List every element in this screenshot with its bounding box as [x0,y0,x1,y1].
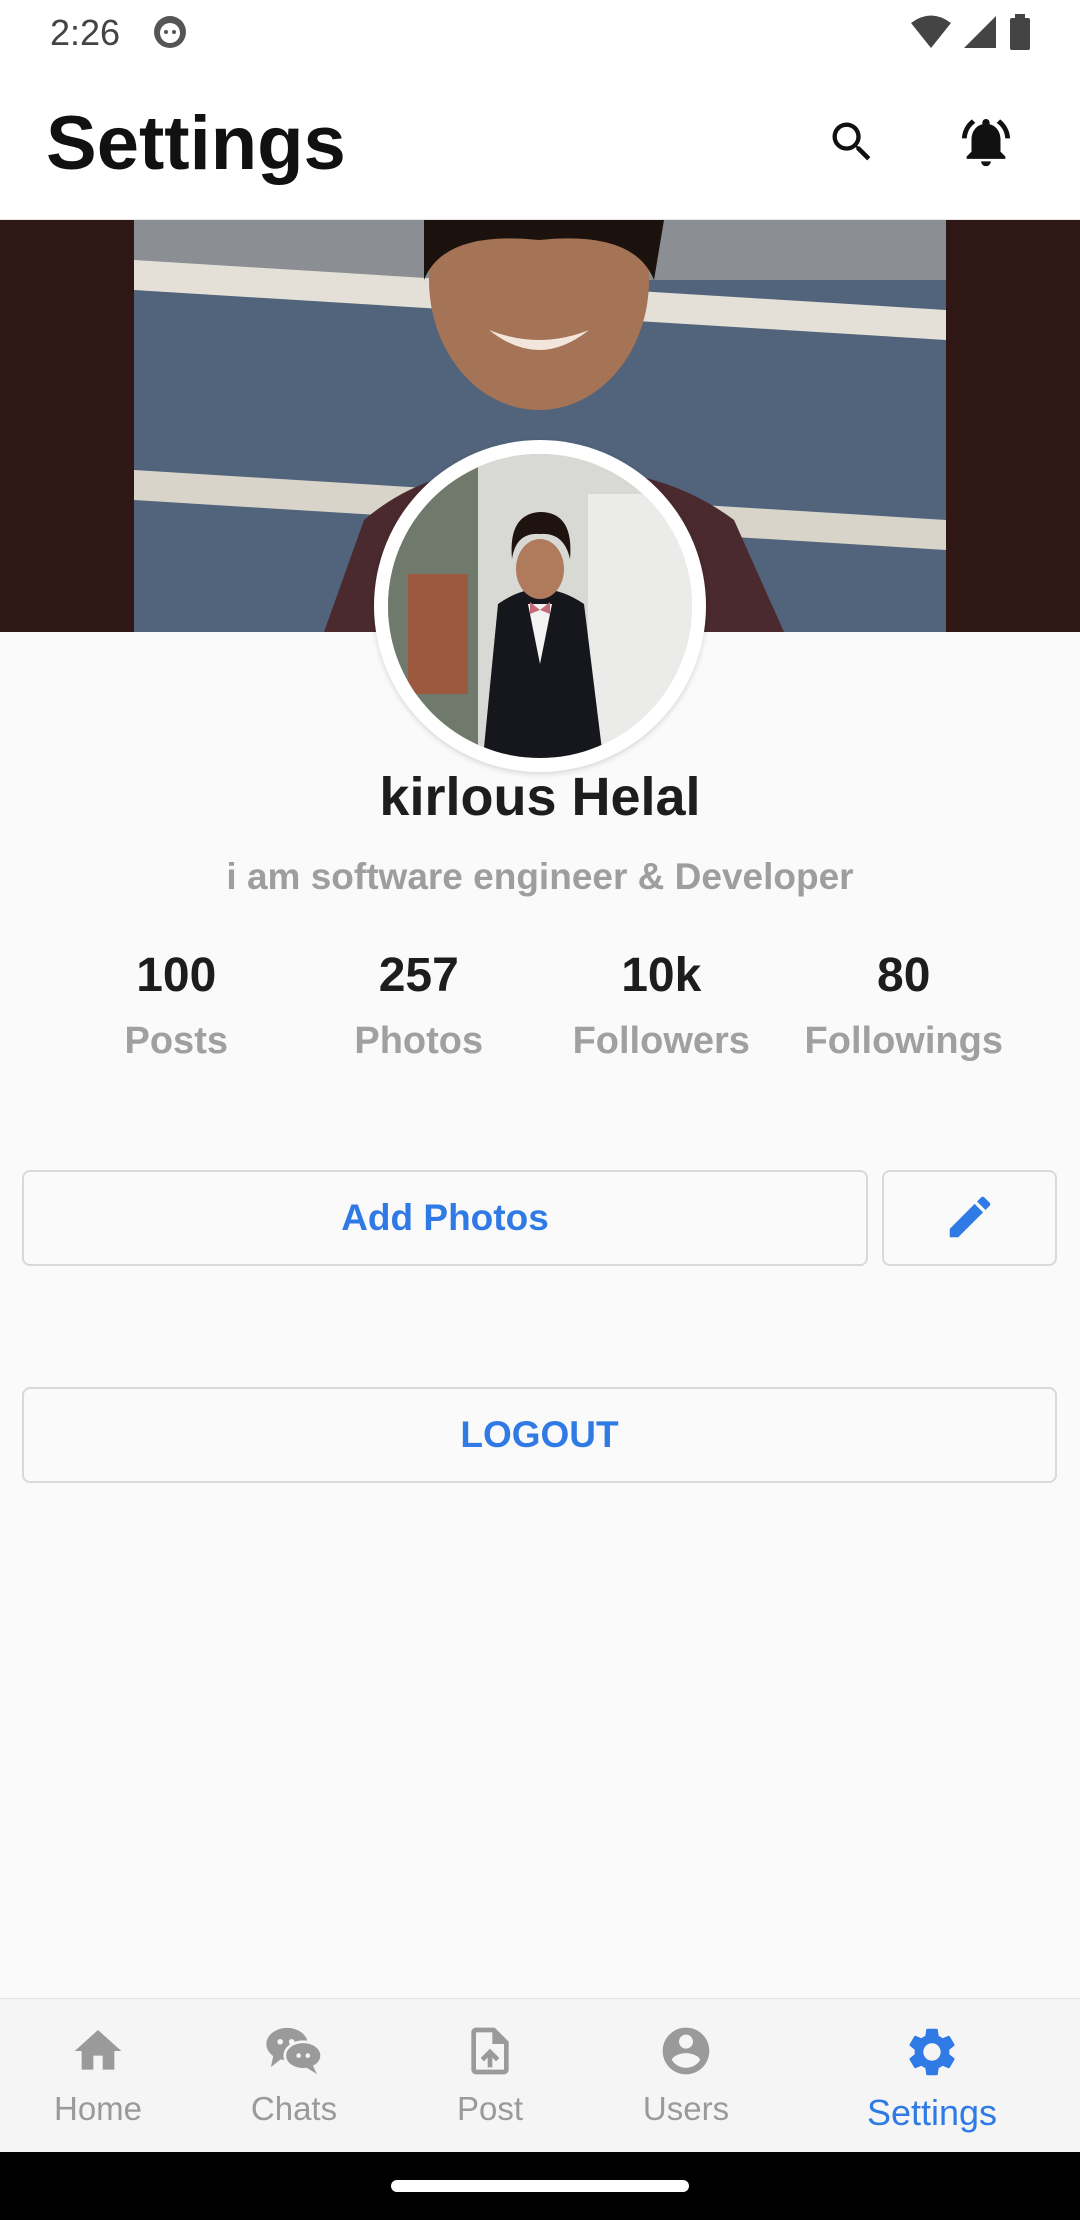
wifi-icon [910,14,952,55]
home-gesture-handle[interactable] [391,2180,689,2192]
bottom-navigation: Home Chats Post Users Settings [0,1998,1080,2152]
nav-item-post[interactable]: Post [392,1999,588,2153]
settings-screen: 2:26 Settings kirlous Helal i am softwar… [0,0,1080,2220]
profile-stats: 100 Posts 257 Photos 10k Followers 80 Fo… [55,948,1025,1078]
stat-label: Photos [354,1020,484,1062]
home-icon [70,2023,126,2084]
avatar-image [388,454,692,758]
nav-label-users: Users [642,2090,730,2127]
signal-icon [962,14,998,55]
stat-value: 80 [877,949,931,1002]
stat-followers[interactable]: 10k Followers [540,948,783,1078]
search-icon [826,116,878,173]
stat-label: Followings [804,1020,1003,1062]
system-navigation-bar [0,2152,1080,2220]
nav-label-home: Home [53,2090,143,2127]
nav-label-settings: Settings [866,2092,998,2133]
battery-icon [1008,14,1032,55]
add-photos-button[interactable]: Add Photos [22,1170,868,1266]
notifications-button[interactable] [954,112,1018,176]
logout-button[interactable]: LOGOUT [22,1387,1057,1483]
stat-value: 100 [136,949,217,1002]
nav-item-settings[interactable]: Settings [784,1999,1080,2153]
settings-icon [903,2023,961,2086]
app-notification-icon [152,14,188,50]
chats-icon [264,2023,324,2084]
edit-profile-button[interactable] [882,1170,1057,1266]
nav-item-users[interactable]: Users [588,1999,784,2153]
profile-bio: i am software engineer & Developer [226,856,854,897]
status-time: 2:26 [50,12,121,53]
page-title: Settings [46,101,346,186]
profile-name: kirlous Helal [379,767,701,827]
nav-label-post: Post [456,2090,524,2127]
notifications-icon [957,113,1015,176]
status-bar: 2:26 [0,0,1080,66]
stat-posts[interactable]: 100 Posts [55,948,298,1078]
stat-label: Posts [124,1020,228,1062]
app-bar: Settings [0,66,1080,220]
status-icons [910,14,1032,55]
stat-label: Followers [572,1020,750,1062]
avatar[interactable] [374,440,706,772]
stat-value: 10k [621,949,702,1002]
edit-icon [943,1190,997,1247]
nav-item-home[interactable]: Home [0,1999,196,2153]
nav-label-chats: Chats [250,2090,338,2127]
stat-photos[interactable]: 257 Photos [298,948,541,1078]
post-icon [462,2023,518,2084]
users-icon [658,2023,714,2084]
nav-item-chats[interactable]: Chats [196,1999,392,2153]
stat-followings[interactable]: 80 Followings [783,948,1026,1078]
search-button[interactable] [820,112,884,176]
stat-value: 257 [378,949,459,1002]
